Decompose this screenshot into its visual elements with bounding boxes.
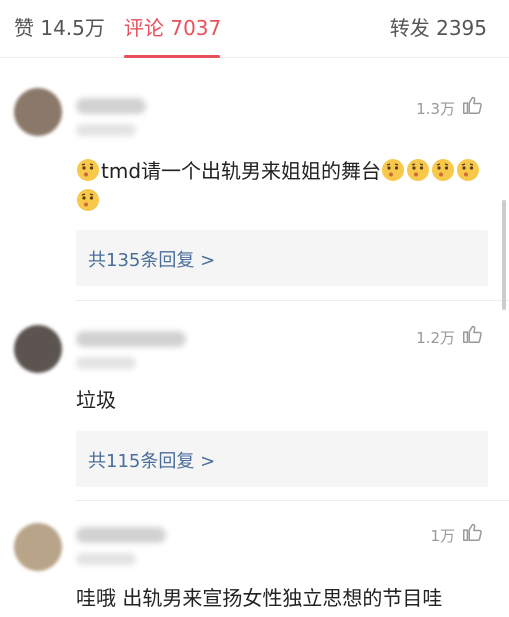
like-count: 1万 — [430, 527, 455, 545]
comment-meta — [76, 357, 136, 369]
username[interactable] — [76, 98, 146, 114]
comment-text: 哇哦 出轨男来宣扬女性独立思想的节目哇 — [76, 586, 443, 610]
avatar[interactable] — [14, 325, 62, 373]
thinking-face-emoji — [407, 159, 430, 181]
thinking-face-emoji — [457, 159, 480, 181]
avatar[interactable] — [14, 523, 62, 571]
comment-item: 1万 哇哦 出轨男来宣扬女性独立思想的节目哇 — [0, 501, 509, 617]
comment-meta — [76, 124, 136, 136]
reply-count-link[interactable]: 共115条回复 > — [88, 447, 215, 473]
thumbs-up-icon[interactable] — [461, 521, 483, 543]
reply-summary[interactable]: 共135条回复 > — [76, 230, 488, 286]
thumbs-up-icon[interactable] — [461, 94, 483, 116]
tab-reposts[interactable]: 转发 2395 — [390, 12, 487, 41]
comment-item: 1.3万 tmd请一个出轨男来姐姐的舞台 共135条回复 > — [0, 58, 509, 301]
thinking-face-emoji — [382, 159, 405, 181]
comment-text: tmd请一个出轨男来姐姐的舞台 — [76, 156, 496, 216]
tab-likes[interactable]: 赞 14.5万 — [14, 12, 105, 41]
reply-summary[interactable]: 共115条回复 > — [76, 431, 488, 487]
username[interactable] — [76, 331, 186, 347]
comment-item: 1.2万 垃圾 共115条回复 > — [0, 301, 509, 501]
comment-tabs: 赞 14.5万 评论 7037 转发 2395 — [0, 0, 509, 58]
like-count: 1.3万 — [416, 100, 455, 118]
thinking-face-emoji — [77, 189, 99, 211]
comment-meta — [76, 553, 136, 565]
scrollbar[interactable] — [502, 200, 506, 310]
tab-comments[interactable]: 评论 7037 — [124, 12, 221, 41]
thinking-face-emoji — [77, 159, 99, 181]
comment-text-content: tmd请一个出轨男来姐姐的舞台 — [101, 159, 382, 183]
like-count: 1.2万 — [416, 329, 455, 347]
avatar[interactable] — [14, 88, 62, 136]
reply-count-link[interactable]: 共135条回复 > — [88, 246, 215, 272]
username[interactable] — [76, 527, 166, 543]
comment-text: 垃圾 — [76, 388, 116, 412]
thumbs-up-icon[interactable] — [461, 323, 483, 345]
thinking-face-emoji — [432, 159, 455, 181]
